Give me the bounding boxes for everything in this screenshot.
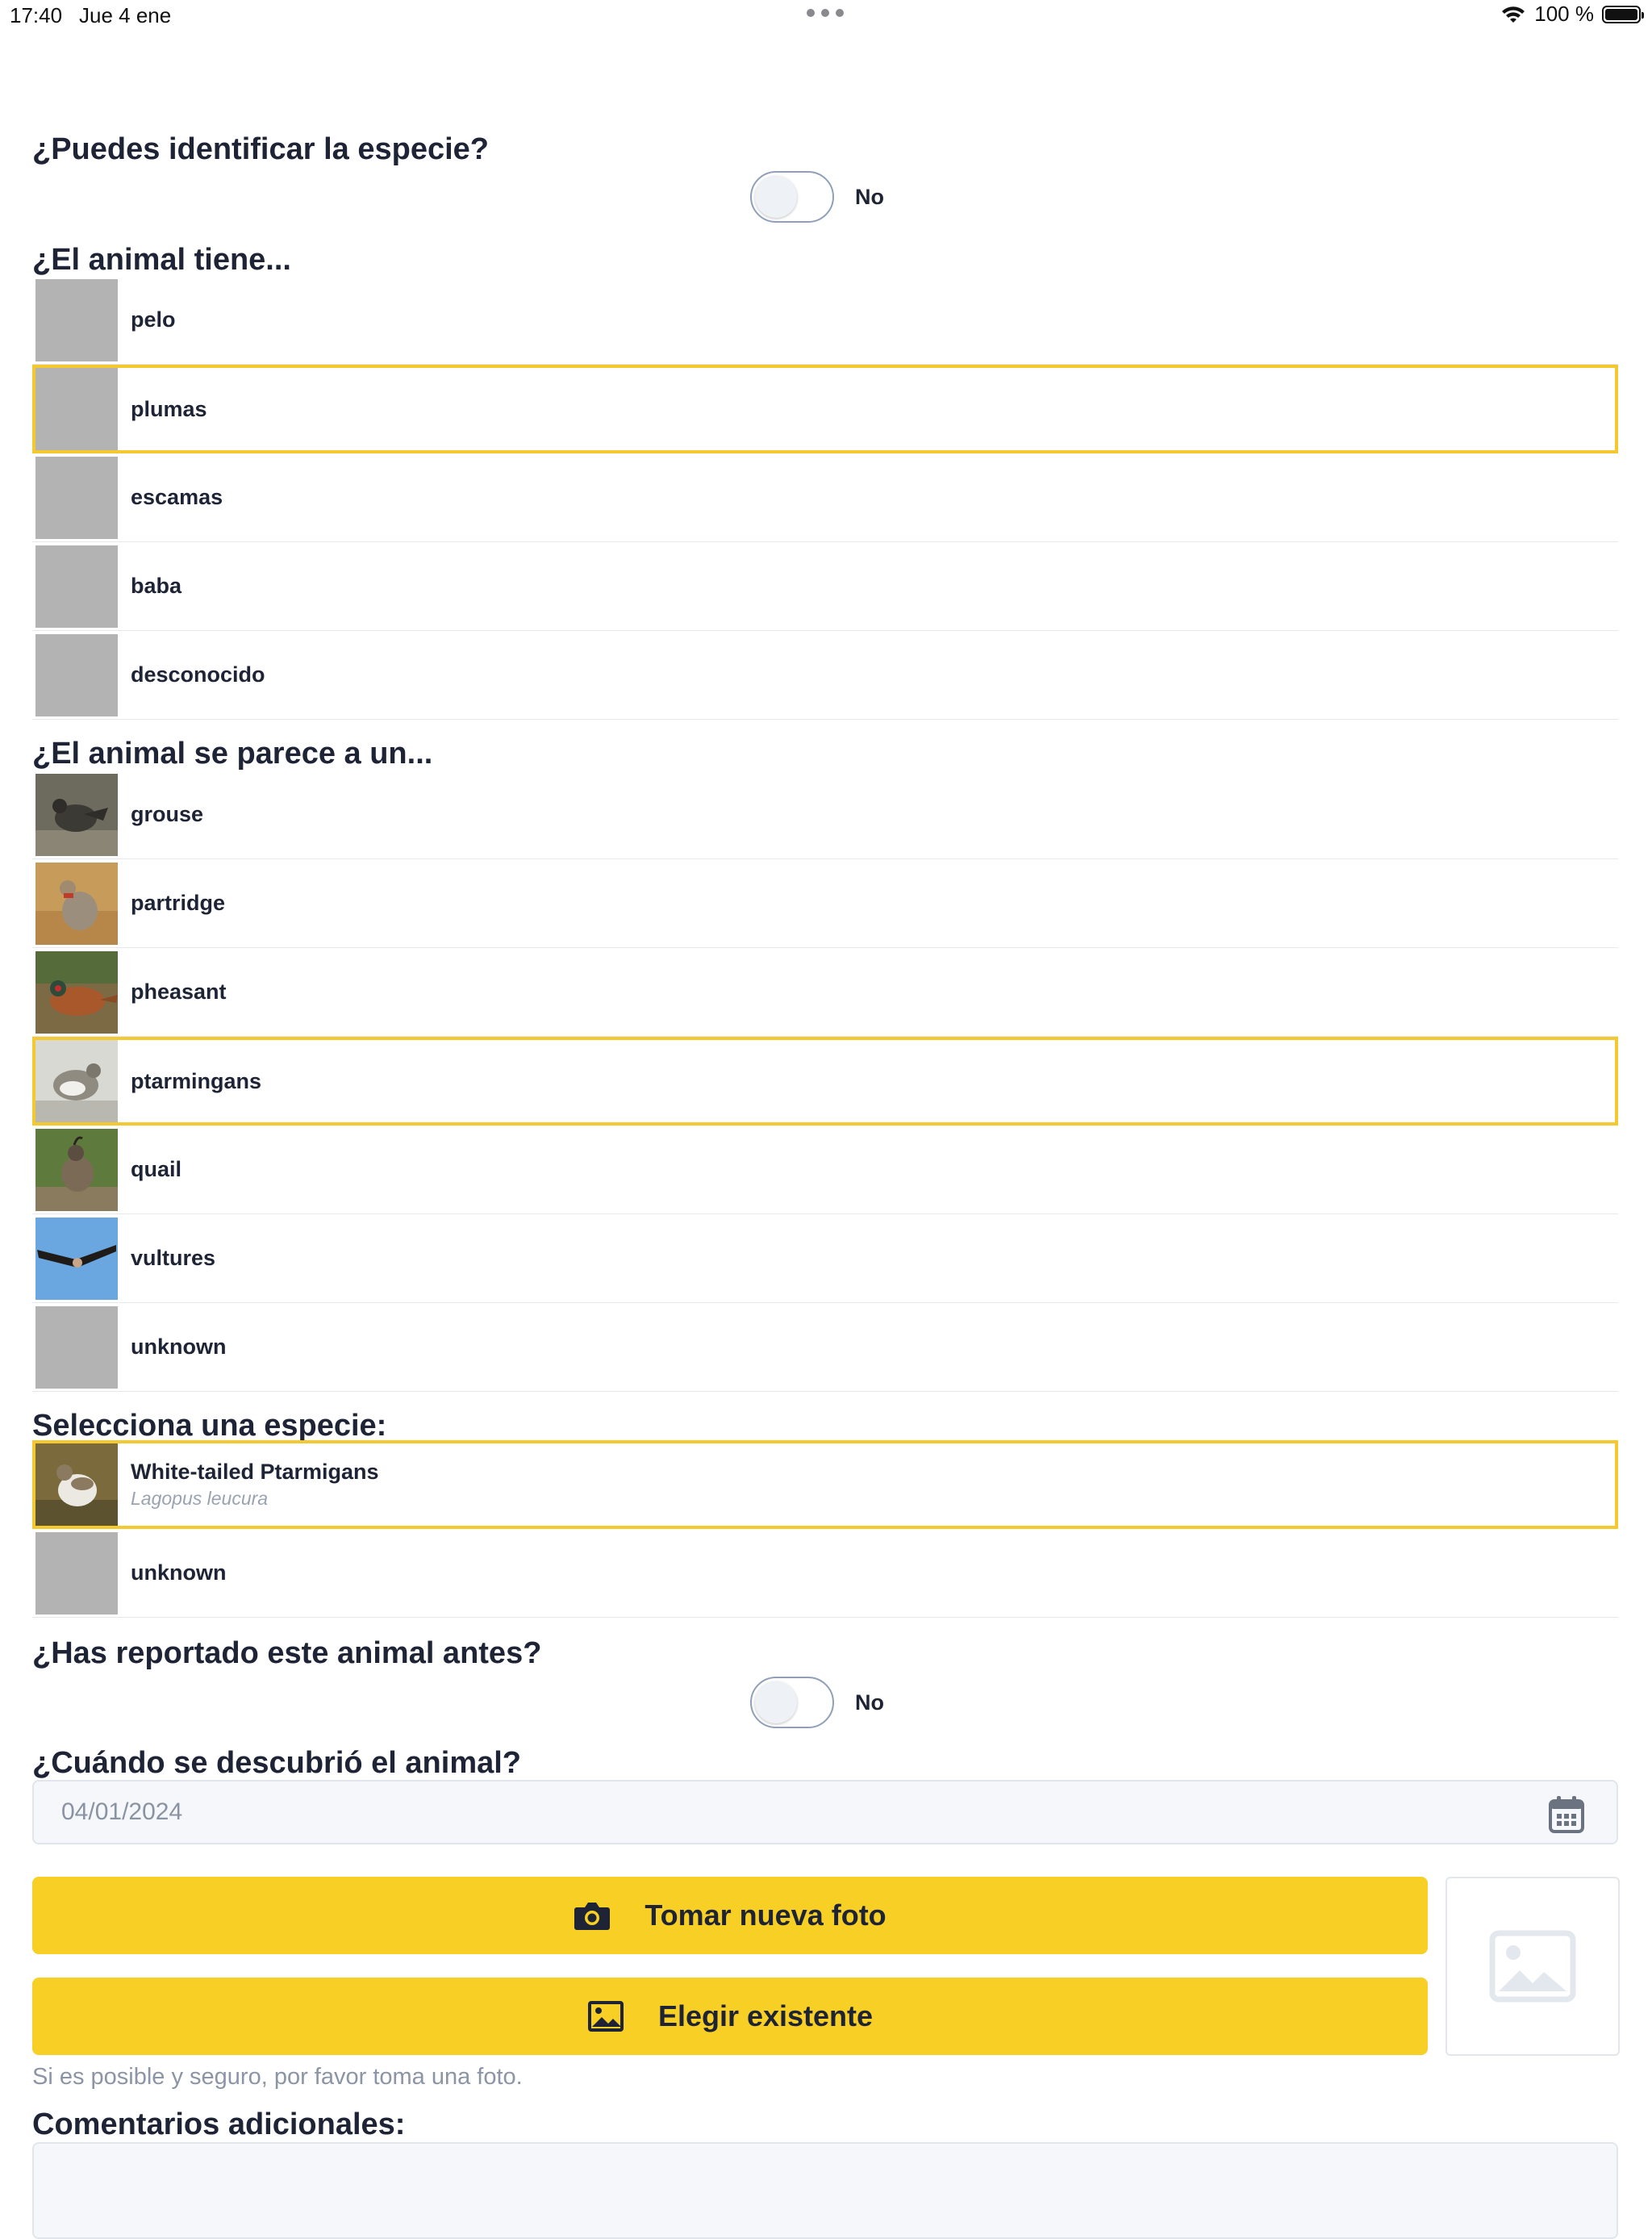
option-label: grouse [131,802,204,826]
resembles-options-list: grouse partridge pheasant ptarmingans qu… [32,771,1618,1392]
option-partridge[interactable]: partridge [32,859,1618,948]
placeholder-thumbnail [35,545,118,628]
white-tailed-ptarmigan-photo-thumbnail [35,1443,118,1526]
option-pheasant[interactable]: pheasant [32,948,1618,1037]
option-plumas[interactable]: plumas [32,365,1618,453]
option-label: quail [131,1157,182,1181]
option-unknown[interactable]: unknown [32,1303,1618,1392]
option-label: plumas [131,396,207,421]
placeholder-thumbnail [35,278,118,361]
option-label: pelo [131,307,176,332]
option-label: unknown [131,1335,227,1359]
calendar-icon[interactable] [1549,1796,1584,1833]
photo-hint: Si es posible y seguro, por favor toma u… [32,2064,523,2090]
option-label: vultures [131,1246,216,1270]
option-escamas[interactable]: escamas [32,453,1618,542]
option-ptarmigans[interactable]: ptarmingans [32,1037,1618,1126]
species-scientific-name: Lagopus leucura [131,1488,269,1509]
grouse-photo-thumbnail [35,773,118,856]
question-select-species: Selecciona una especie: [32,1409,387,1443]
image-icon [587,2001,624,2032]
option-desconocido[interactable]: desconocido [32,631,1618,720]
discovery-date-field[interactable]: 04/01/2024 [32,1780,1618,1844]
choose-existing-label: Elegir existente [657,1999,874,2032]
option-pelo[interactable]: pelo [32,276,1618,365]
identify-species-toggle-row: No [750,171,992,223]
quail-photo-thumbnail [35,1128,118,1211]
reported-before-toggle-row: No [750,1677,992,1728]
covering-options-list: pelo plumas escamas baba desconocido [32,276,1618,720]
option-quail[interactable]: quail [32,1126,1618,1214]
toggle-knob [755,176,797,218]
placeholder-thumbnail [35,456,118,539]
toggle-knob [755,1681,797,1723]
option-label: escamas [131,485,223,509]
species-options-list: White-tailed Ptarmigans Lagopus leucura … [32,1440,1618,1618]
comments-textarea[interactable] [32,2142,1618,2239]
identify-species-toggle-label: No [855,184,884,209]
placeholder-thumbnail [35,1305,118,1389]
option-grouse[interactable]: grouse [32,771,1618,859]
option-vultures[interactable]: vultures [32,1214,1618,1303]
vulture-photo-thumbnail [35,1217,118,1300]
pheasant-photo-thumbnail [35,950,118,1034]
take-photo-button[interactable]: Tomar nueva foto [32,1877,1428,1954]
question-animal-resembles: ¿El animal se parece a un... [32,737,433,771]
discovery-date-value: 04/01/2024 [61,1798,183,1825]
question-identify-species: ¿Puedes identificar la especie? [32,132,489,166]
reported-before-toggle-label: No [855,1690,884,1715]
status-time: 17:40 [10,3,63,27]
choose-existing-button[interactable]: Elegir existente [32,1978,1428,2055]
species-common-name: White-tailed Ptarmigans [131,1460,379,1484]
reported-before-toggle[interactable] [750,1677,834,1728]
option-label: pheasant [131,980,227,1004]
comments-title: Comentarios adicionales: [32,2107,406,2141]
option-label: partridge [131,891,226,915]
placeholder-thumbnail [35,368,118,450]
battery-icon [1602,5,1644,23]
option-species-unknown[interactable]: unknown [32,1529,1618,1618]
battery-percent: 100 % [1534,2,1594,26]
placeholder-thumbnail [35,1531,118,1615]
status-bar: 17:40 Jue 4 ene 100 % [0,0,1652,36]
partridge-photo-thumbnail [35,862,118,945]
photo-preview[interactable] [1446,1877,1620,2056]
camera-icon [574,1903,611,1930]
option-label: unknown [131,1560,227,1585]
ptarmigan-photo-thumbnail [35,1040,118,1122]
multitasking-dots-icon[interactable] [807,6,844,19]
option-label: desconocido [131,662,265,687]
identify-species-toggle[interactable] [750,171,834,223]
option-label: ptarmingans [131,1068,262,1093]
placeholder-thumbnail [35,633,118,716]
status-right: 100 % [1500,2,1644,27]
option-white-tailed-ptarmigans[interactable]: White-tailed Ptarmigans Lagopus leucura [32,1440,1618,1529]
status-date: Jue 4 ene [79,3,172,27]
image-placeholder-icon [1489,1930,1576,2003]
question-reported-before: ¿Has reportado este animal antes? [32,1636,542,1670]
species-text: White-tailed Ptarmigans Lagopus leucura [131,1460,379,1510]
take-photo-label: Tomar nueva foto [645,1899,886,1932]
option-label: baba [131,574,182,598]
question-animal-covering: ¿El animal tiene... [32,243,291,277]
option-baba[interactable]: baba [32,542,1618,631]
wifi-icon [1502,6,1525,23]
question-discovery-date: ¿Cuándo se descubrió el animal? [32,1746,522,1780]
